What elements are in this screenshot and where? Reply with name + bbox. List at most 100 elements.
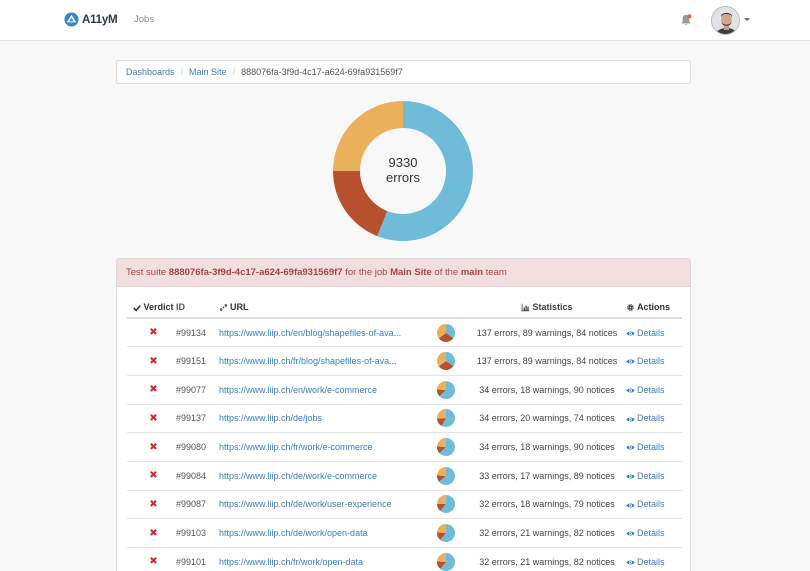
breadcrumb-main-site[interactable]: Main Site	[189, 67, 227, 77]
bell-icon[interactable]	[679, 13, 693, 27]
verdict-fail-icon: ✖	[127, 318, 176, 348]
test-suite-alert: Test suite 888076fa-3f9d-4c17-a624-69fa9…	[117, 259, 690, 287]
breadcrumb-current: 888076fa-3f9d-4c17-a624-69fa931569f7	[241, 67, 403, 77]
errors-donut-chart: 9330 errors	[332, 100, 474, 242]
brand-name: A11yM	[82, 13, 118, 26]
details-button[interactable]: Details	[626, 557, 665, 567]
details-label: Details	[637, 470, 665, 481]
details-label: Details	[637, 528, 665, 539]
eye-icon	[626, 331, 635, 336]
donut-label: 9330 errors	[332, 100, 474, 242]
table-row: ✖ #99103 https://www.liip.ch/de/work/open-…	[127, 518, 682, 548]
pie-slice-orange	[437, 552, 446, 562]
nav-jobs-link[interactable]: Jobs	[134, 14, 154, 25]
row-pie-chart	[437, 495, 455, 514]
pie-slice-orange	[437, 409, 446, 419]
alert-text: of the	[431, 267, 461, 278]
row-statistics: 33 errors, 17 warnings, 89 notices	[473, 461, 621, 491]
row-url-link[interactable]: https://www.liip.ch/de/work/open-data	[219, 528, 368, 538]
breadcrumb-separator: /	[180, 67, 184, 77]
verdict-fail-icon: ✖	[127, 346, 176, 376]
row-pie-chart	[437, 380, 455, 399]
eye-icon	[626, 388, 635, 393]
pie-slice-orange	[437, 438, 446, 448]
eye-icon	[626, 445, 635, 450]
row-statistics: 137 errors, 89 warnings, 84 notices	[473, 346, 621, 376]
row-statistics: 34 errors, 20 warnings, 74 notices	[473, 404, 621, 434]
row-url-link[interactable]: https://www.liip.ch/en/blog/shapefiles-o…	[219, 328, 401, 338]
row-statistics: 34 errors, 18 warnings, 90 notices	[473, 375, 621, 405]
pie-slice-orange	[437, 524, 446, 534]
col-statistics[interactable]: Statistics	[473, 297, 621, 319]
row-url-link[interactable]: https://www.liip.ch/en/work/e-commerce	[219, 385, 377, 395]
details-button[interactable]: Details	[626, 328, 665, 338]
details-button[interactable]: Details	[626, 356, 665, 366]
verdict-fail-icon: ✖	[127, 375, 176, 405]
link-icon	[219, 304, 228, 312]
col-id[interactable]: ID	[176, 297, 219, 319]
row-id: #99151	[176, 346, 219, 376]
col-actions-label: Actions	[637, 301, 671, 312]
table-row: ✖ #99151 https://www.liip.ch/fr/blog/shape…	[127, 346, 682, 376]
verdict-fail-icon: ✖	[127, 432, 176, 462]
details-button[interactable]: Details	[626, 528, 665, 538]
details-button[interactable]: Details	[626, 413, 665, 423]
alert-text: team	[483, 267, 507, 278]
table-row: ✖ #99077 https://www.liip.ch/en/work/e-com…	[127, 375, 682, 405]
pie-slice-orange	[437, 380, 446, 390]
row-id: #99077	[176, 375, 219, 405]
row-pie-chart	[437, 352, 455, 371]
row-url-link[interactable]: https://www.liip.ch/fr/work/open-data	[219, 557, 363, 567]
row-pie-chart	[437, 323, 455, 342]
details-label: Details	[637, 442, 665, 453]
row-id: #99080	[176, 432, 219, 462]
bar-chart-icon	[522, 303, 530, 312]
table-row: ✖ #99101 https://www.liip.ch/fr/work/open-…	[127, 547, 682, 571]
details-button[interactable]: Details	[626, 471, 665, 481]
results-table: Verdict ID URL Statistics Actions ✖ #9913…	[127, 297, 682, 571]
row-url-link[interactable]: https://www.liip.ch/de/work/e-commerce	[219, 471, 377, 481]
col-statistics-label: Statistics	[532, 301, 573, 312]
eye-icon	[626, 474, 635, 479]
row-url-link[interactable]: https://www.liip.ch/fr/blog/shapefiles-o…	[219, 356, 397, 366]
col-url[interactable]: URL	[219, 297, 437, 319]
col-verdict[interactable]: Verdict	[127, 297, 176, 319]
row-url-link[interactable]: https://www.liip.ch/fr/work/e-commerce	[219, 442, 373, 452]
eye-icon	[626, 359, 635, 364]
details-button[interactable]: Details	[626, 385, 665, 395]
breadcrumb-separator: /	[232, 67, 236, 77]
job-name: Main Site	[390, 267, 432, 278]
avatar[interactable]	[711, 6, 740, 35]
gear-icon	[627, 304, 634, 311]
brand-logo[interactable]: A11yM	[64, 12, 118, 27]
team-name: main	[460, 267, 484, 278]
table-header-row: Verdict ID URL Statistics Actions	[127, 297, 682, 319]
row-pie-chart	[437, 552, 455, 571]
details-label: Details	[637, 556, 665, 567]
error-unit: errors	[386, 170, 420, 185]
row-url-link[interactable]: https://www.liip.ch/de/jobs	[219, 413, 322, 423]
row-url-link[interactable]: https://www.liip.ch/de/work/user-experie…	[219, 499, 392, 509]
row-id: #99101	[176, 547, 219, 571]
row-statistics: 32 errors, 21 warnings, 82 notices	[473, 518, 621, 548]
table-row: ✖ #99084 https://www.liip.ch/de/work/e-com…	[127, 461, 682, 491]
breadcrumb: Dashboards / Main Site / 888076fa-3f9d-4…	[116, 60, 691, 84]
verdict-fail-icon: ✖	[127, 404, 176, 434]
table-row: ✖ #99087 https://www.liip.ch/de/work/user-…	[127, 490, 682, 520]
row-id: #99084	[176, 461, 219, 491]
row-statistics: 32 errors, 21 warnings, 82 notices	[473, 547, 621, 571]
details-button[interactable]: Details	[626, 442, 665, 452]
caret-down-icon[interactable]	[744, 18, 750, 21]
details-button[interactable]: Details	[626, 499, 665, 509]
eye-icon	[626, 531, 635, 536]
row-statistics: 137 errors, 89 warnings, 84 notices	[473, 318, 621, 348]
breadcrumb-dashboards[interactable]: Dashboards	[126, 67, 175, 77]
table-row: ✖ #99137 https://www.liip.ch/de/jobs 34 err…	[127, 404, 682, 434]
details-label: Details	[637, 384, 665, 395]
test-suite-panel: Test suite 888076fa-3f9d-4c17-a624-69fa9…	[116, 258, 691, 571]
user-avatar-icon	[712, 7, 739, 34]
table-row: ✖ #99134 https://www.liip.ch/en/blog/shape…	[127, 318, 682, 348]
row-pie-chart	[437, 438, 455, 457]
verdict-fail-icon: ✖	[127, 490, 176, 520]
eye-icon	[626, 417, 635, 421]
